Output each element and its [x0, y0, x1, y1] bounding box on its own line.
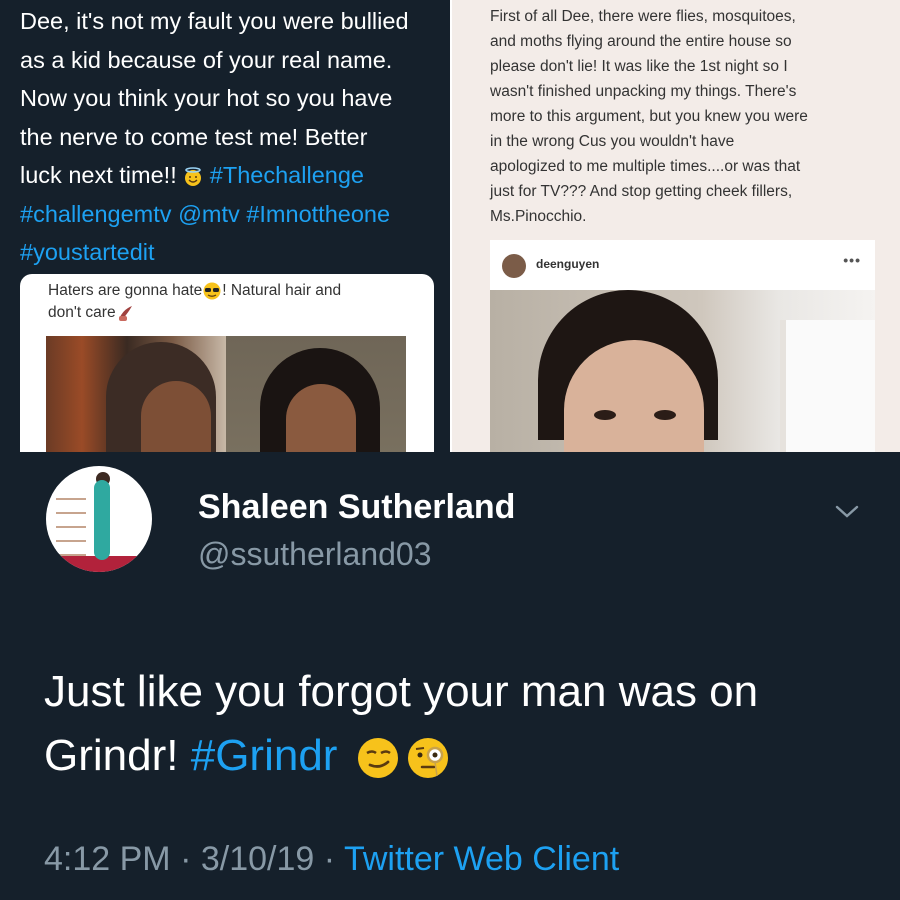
tweet-line: as a kid because of your real name.	[20, 46, 393, 73]
tweet-line: Just like you forgot your man was on	[44, 667, 759, 716]
tweet-line: the nerve to come test me! Better	[20, 123, 368, 150]
post-line: more to this argument, but you knew you …	[490, 108, 808, 125]
hashtag-link-grindr[interactable]: #Grindr	[191, 731, 338, 780]
separator: ·	[323, 840, 336, 878]
tweet-time: 4:12 PM	[44, 840, 171, 878]
post-line: in the wrong Cus you wouldn't have	[490, 133, 735, 150]
post-line: and moths flying around the entire house…	[490, 33, 792, 50]
instagram-photo	[490, 290, 875, 452]
post-line: Ms.Pinocchio.	[490, 208, 587, 225]
separator: ·	[180, 840, 192, 878]
top-right-post-text: First of all Dee, there were flies, mosq…	[490, 4, 875, 229]
hashtag-link-thechallenge[interactable]: #Thechallenge	[210, 162, 364, 188]
post-line: apologized to me multiple times....or wa…	[490, 158, 801, 175]
more-options-icon[interactable]: •••	[843, 252, 861, 268]
quoted-post-text: Haters are gonna hate! Natural hair and …	[48, 280, 418, 324]
avatar[interactable]	[46, 466, 152, 572]
tweet-date: 3/10/19	[200, 840, 315, 878]
top-left-tweet-text: Dee, it's not my fault you were bullied …	[20, 2, 440, 272]
quoted-photo-right	[226, 336, 406, 452]
quote-text-fragment: ! Natural hair and	[222, 282, 342, 299]
instagram-embed-card[interactable]: deenguyen •••	[490, 240, 875, 452]
tweet-text: Just like you forgot your man was on Gri…	[44, 660, 864, 788]
tweet-text-fragment: Grindr!	[44, 731, 179, 780]
tweet-text-fragment: luck next time!!	[20, 162, 177, 188]
monocle-emoji-icon	[407, 738, 448, 779]
post-line: wasn't finished unpacking my things. The…	[490, 83, 797, 100]
tweet-line: #youstartedit	[20, 233, 440, 272]
tweet-line: Grindr! #Grindr	[44, 724, 864, 788]
tweet-line: Now you think your hot so you have	[20, 85, 393, 111]
tweet-line: luck next time!! #Thechallenge	[20, 156, 440, 195]
mention-link-mtv[interactable]: @mtv	[178, 201, 240, 227]
client-link[interactable]: Twitter Web Client	[344, 840, 619, 878]
bottom-tweet-panel: Shaleen Sutherland @ssutherland03 Just l…	[0, 452, 900, 900]
hashtag-link-challengemtv[interactable]: #challengemtv	[20, 201, 172, 227]
user-handle[interactable]: @ssutherland03	[198, 536, 432, 573]
post-line: First of all Dee, there were flies, mosq…	[490, 8, 796, 25]
quoted-photo-left	[46, 336, 226, 452]
quoted-post-card[interactable]: Haters are gonna hate! Natural hair and …	[20, 274, 434, 452]
hashtag-link-youstartedit[interactable]: #youstartedit	[20, 239, 155, 265]
top-right-post-panel: First of all Dee, there were flies, mosq…	[452, 0, 900, 452]
innocent-halo-emoji-icon	[185, 166, 202, 186]
sunglasses-emoji-icon	[203, 282, 221, 300]
post-line: just for TV??? And stop getting cheek fi…	[490, 183, 793, 200]
quote-text-fragment: Haters are gonna hate	[48, 282, 203, 299]
nail-polish-emoji-icon	[118, 305, 132, 321]
post-line: please don't lie! It was like the 1st ni…	[490, 58, 788, 75]
tweet-line: #challengemtv @mtv #Imnottheone	[20, 195, 440, 234]
quote-text-fragment: don't care	[48, 304, 116, 321]
instagram-username[interactable]: deenguyen	[536, 257, 599, 271]
display-name[interactable]: Shaleen Sutherland	[198, 488, 515, 527]
hashtag-link-imnottheone[interactable]: #Imnottheone	[246, 201, 390, 227]
smirk-emoji-icon	[357, 738, 398, 779]
top-left-tweet-panel: Dee, it's not my fault you were bullied …	[0, 0, 450, 452]
tweet-line: Dee, it's not my fault you were bullied	[20, 8, 409, 34]
tweet-metadata: 4:12 PM · 3/10/19 · Twitter Web Client	[44, 840, 619, 879]
chevron-down-icon[interactable]	[834, 498, 860, 524]
instagram-avatar[interactable]	[502, 254, 526, 278]
